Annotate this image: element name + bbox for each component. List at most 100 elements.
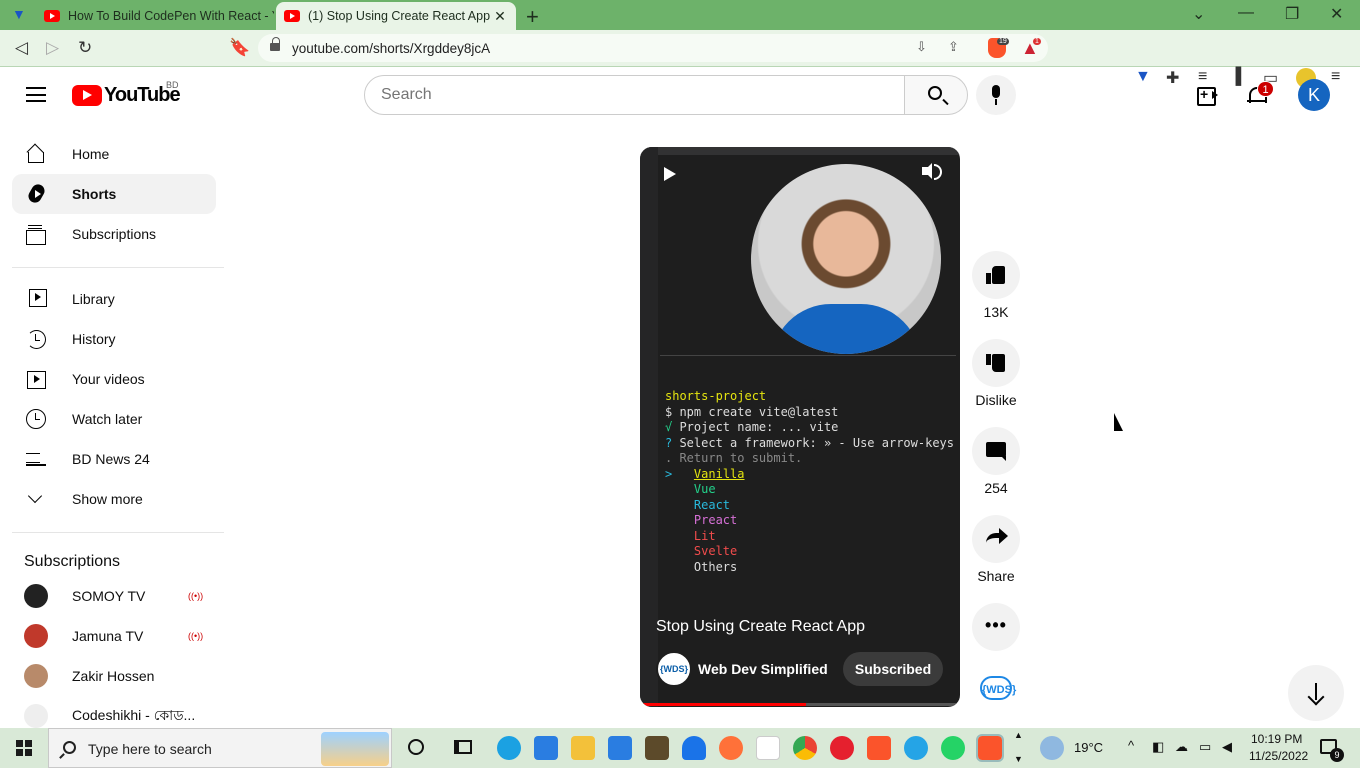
voice-search-mic-icon[interactable]	[976, 75, 1016, 115]
reload-icon[interactable]: ↻	[78, 38, 92, 58]
sidebar-item-library[interactable]: Library	[12, 279, 216, 319]
address-bar[interactable]: youtube.com/shorts/Xrgddey8jcA ⇩ ⇪	[258, 34, 1048, 62]
share-page-icon[interactable]: ⇪	[948, 39, 959, 55]
search-button[interactable]	[904, 75, 968, 115]
sidebar-icon[interactable]: ▐	[1230, 68, 1241, 86]
terminal-pointer: >	[665, 466, 673, 481]
app-icon[interactable]	[645, 736, 669, 760]
sidebar-item-watch-later[interactable]: Watch later	[12, 399, 216, 439]
playlist-icon	[26, 449, 46, 469]
subscriptions-icon	[26, 224, 46, 245]
channel-name[interactable]: Web Dev Simplified	[698, 661, 828, 677]
chrome-icon[interactable]	[793, 736, 817, 760]
scroll-down-icon[interactable]: ▼	[1014, 754, 1023, 764]
subscribed-button[interactable]: Subscribed	[843, 652, 943, 686]
opera-icon[interactable]	[830, 736, 854, 760]
mail-icon[interactable]	[608, 736, 632, 760]
search-input[interactable]	[365, 76, 904, 114]
play-icon[interactable]	[664, 167, 676, 181]
youtube-logo[interactable]: YouTube BD	[72, 80, 181, 107]
sidebar-item-label: Your videos	[72, 371, 145, 387]
account-avatar[interactable]: K	[1298, 79, 1330, 111]
shorts-icon	[26, 184, 46, 204]
dislike-button[interactable]	[972, 339, 1020, 387]
terminal-option: React	[693, 497, 731, 512]
scroll-up-icon[interactable]: ▲	[1014, 730, 1023, 740]
onedrive-tray-icon[interactable]: ☁	[1175, 739, 1188, 755]
onedrive-icon[interactable]	[682, 736, 706, 760]
sidebar-item-your-videos[interactable]: Your videos	[12, 359, 216, 399]
taskbar-search[interactable]: Type here to search	[48, 728, 392, 768]
cortana-icon[interactable]	[408, 739, 424, 755]
subscription-item[interactable]: Codeshikhi - কোড...	[24, 701, 214, 731]
tab-search-chevron-icon[interactable]: ⌄	[1192, 4, 1205, 24]
terminal-option: Vanilla	[693, 466, 745, 481]
temperature[interactable]: 19°C	[1074, 740, 1103, 755]
sidebar-item-shorts[interactable]: Shorts	[12, 174, 216, 214]
sidebar-item-home[interactable]: Home	[12, 134, 216, 174]
forward-icon[interactable]: ▷	[46, 38, 59, 58]
close-tab-icon[interactable]: ✕	[490, 8, 510, 25]
task-view-icon[interactable]	[454, 740, 472, 754]
clock-date[interactable]: 11/25/2022	[1249, 749, 1308, 763]
search-icon	[928, 86, 942, 100]
more-actions-button[interactable]: •••	[972, 603, 1020, 651]
terminal-option: Lit	[693, 528, 716, 543]
restore-icon[interactable]: ❐	[1285, 4, 1299, 24]
store-icon[interactable]	[534, 736, 558, 760]
slack-icon[interactable]	[756, 736, 780, 760]
windows-start-icon[interactable]	[16, 740, 32, 756]
terminal-line: $ npm create vite@latest	[665, 404, 839, 419]
channel-avatar	[24, 664, 48, 688]
brave-active-icon[interactable]	[976, 734, 1004, 762]
clock-time[interactable]: 10:19 PM	[1251, 732, 1302, 746]
dislike-label: Dislike	[975, 392, 1017, 408]
volume-icon[interactable]	[922, 163, 942, 180]
back-icon[interactable]: ◁	[15, 38, 28, 58]
sidebar-item-subscriptions[interactable]: Subscriptions	[12, 214, 216, 254]
tab-codepen[interactable]: How To Build CodePen With React - Yo	[36, 2, 274, 30]
vpn-icon[interactable]: ▼	[12, 6, 28, 22]
comment-count: 254	[984, 480, 1008, 496]
extensions-icon[interactable]: ✚	[1166, 68, 1179, 88]
vpn-extension-icon[interactable]: ▼	[1135, 68, 1151, 86]
menu-hamburger-icon[interactable]	[26, 87, 46, 102]
brave-taskbar-icon[interactable]	[867, 736, 891, 760]
volume-tray-icon[interactable]: ◀	[1222, 739, 1232, 755]
tab-shorts[interactable]: (1) Stop Using Create React App - ✕	[276, 2, 516, 30]
app2-icon[interactable]	[904, 736, 928, 760]
bookmark-icon[interactable]: 🔖	[229, 38, 250, 58]
channel-avatar[interactable]: {WDS}	[656, 651, 692, 687]
url-text[interactable]: youtube.com/shorts/Xrgddey8jcA	[292, 41, 490, 56]
sidebar-item-bd-news-24[interactable]: BD News 24	[12, 439, 216, 479]
sidebar-item-history[interactable]: History	[12, 319, 216, 359]
action-center-badge: 9	[1330, 748, 1344, 762]
file-explorer-icon[interactable]	[571, 736, 595, 760]
minimize-icon[interactable]: —	[1238, 4, 1254, 22]
edge-icon[interactable]	[497, 736, 521, 760]
like-button[interactable]	[972, 251, 1020, 299]
next-short-arrow-down-icon[interactable]	[1288, 665, 1344, 721]
comments-button[interactable]	[972, 427, 1020, 475]
install-icon[interactable]: ⇩	[916, 39, 927, 55]
firefox-icon[interactable]	[719, 736, 743, 760]
tray-app-icon[interactable]: ◧	[1152, 739, 1164, 755]
tray-chevron-icon[interactable]: ^	[1128, 738, 1134, 753]
sidebar-item-show-more[interactable]: Show more	[12, 479, 216, 519]
whatsapp-icon[interactable]	[941, 736, 965, 760]
weather-icon[interactable]	[1040, 736, 1064, 760]
sidebar-item-label: Watch later	[72, 411, 143, 427]
create-video-icon[interactable]: +	[1196, 83, 1220, 107]
network-icon[interactable]: ▭	[1199, 739, 1211, 755]
progress-bar[interactable]	[640, 703, 960, 706]
live-indicator-icon: ((•))	[188, 591, 204, 601]
share-button[interactable]	[972, 515, 1020, 563]
subscription-item[interactable]: SOMOY TV ((•))	[24, 581, 214, 611]
channel-badge[interactable]: {WDS}	[980, 676, 1016, 700]
close-window-icon[interactable]: ✕	[1330, 4, 1343, 24]
subscription-item[interactable]: Jamuna TV ((•))	[24, 621, 214, 651]
subscription-item[interactable]: Zakir Hossen	[24, 661, 214, 691]
new-tab-icon[interactable]: +	[526, 4, 539, 30]
menu-icon[interactable]: ≡	[1331, 68, 1340, 86]
shorts-player[interactable]: shorts-project $ npm create vite@latest …	[640, 147, 960, 707]
